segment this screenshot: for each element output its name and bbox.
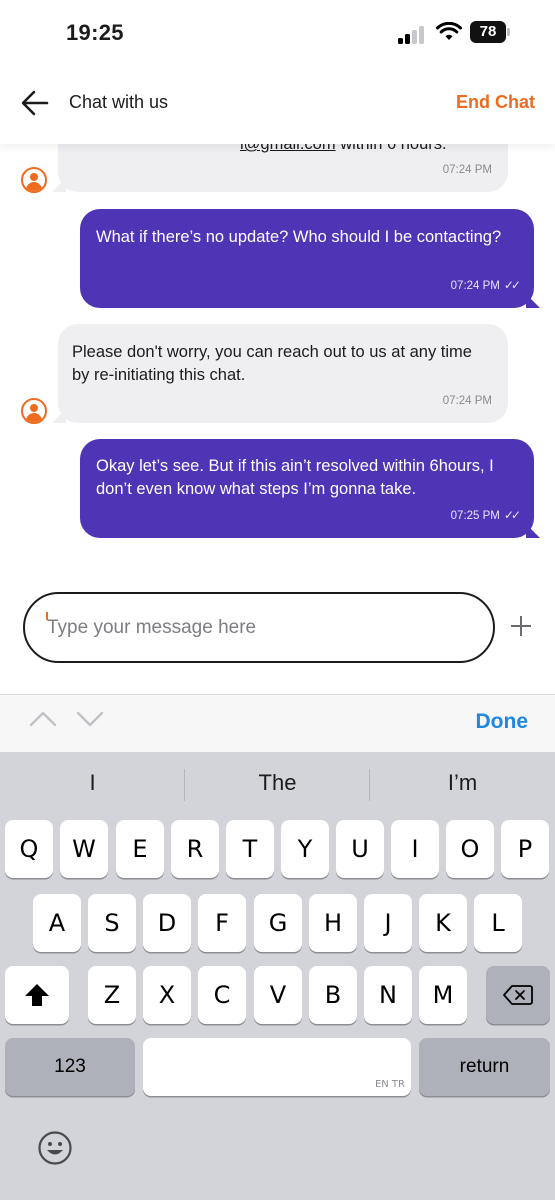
key-f[interactable]: F <box>198 894 246 952</box>
key-s[interactable]: S <box>88 894 136 952</box>
key-e[interactable]: E <box>116 820 164 878</box>
status-time: 19:25 <box>66 20 124 45</box>
suggestion-item[interactable]: The <box>185 770 370 796</box>
key-t[interactable]: T <box>226 820 274 878</box>
shift-icon <box>25 984 49 1006</box>
key-v[interactable]: V <box>254 966 302 1024</box>
cellular-signal-icon <box>398 24 428 44</box>
key-h[interactable]: H <box>309 894 357 952</box>
email-link[interactable]: l@gmail.com <box>240 144 336 153</box>
key-i[interactable]: I <box>391 820 439 878</box>
message-text: What if there’s no update? Who should I … <box>96 228 502 246</box>
agent-message: l@gmail.com within 6 hours. 07:24 PM <box>58 144 508 192</box>
numbers-key[interactable]: 123 <box>5 1038 135 1096</box>
done-button[interactable]: Done <box>476 710 529 734</box>
message-text: Please don't worry, you can reach out to… <box>72 343 472 384</box>
key-p[interactable]: P <box>501 820 549 878</box>
key-a[interactable]: A <box>33 894 81 952</box>
key-o[interactable]: O <box>446 820 494 878</box>
key-j[interactable]: J <box>364 894 412 952</box>
message-time: 07:24 PM <box>442 164 492 176</box>
bubble-tail <box>526 524 540 538</box>
agent-avatar-icon <box>21 167 47 193</box>
message-input[interactable] <box>23 592 495 663</box>
back-arrow-icon[interactable] <box>20 89 50 117</box>
page-title: Chat with us <box>69 92 169 112</box>
message-time: 07:25 PM ✓✓ <box>450 508 521 522</box>
redacted-text <box>70 144 240 152</box>
key-l[interactable]: L <box>474 894 522 952</box>
key-x[interactable]: X <box>143 966 191 1024</box>
chat-messages[interactable]: l@gmail.com within 6 hours. 07:24 PM Wha… <box>0 144 555 594</box>
double-check-icon: ✓✓ <box>503 278 521 292</box>
battery-icon: 78 <box>470 21 506 43</box>
suggestion-bar: I The I’m <box>0 752 555 818</box>
emoji-icon[interactable] <box>37 1130 73 1166</box>
key-z[interactable]: Z <box>88 966 136 1024</box>
wifi-icon <box>436 22 462 40</box>
battery-tip <box>507 28 510 36</box>
return-key[interactable]: return <box>419 1038 550 1096</box>
user-message: What if there’s no update? Who should I … <box>80 209 534 308</box>
key-g[interactable]: G <box>254 894 302 952</box>
key-m[interactable]: M <box>419 966 467 1024</box>
key-k[interactable]: K <box>419 894 467 952</box>
key-w[interactable]: W <box>60 820 108 878</box>
message-text: Okay let’s see. But if this ain’t resolv… <box>96 457 494 498</box>
shift-key[interactable] <box>5 966 69 1024</box>
key-n[interactable]: N <box>364 966 412 1024</box>
message-time: 07:24 PM ✓✓ <box>450 278 521 292</box>
keyboard: I The I’m Q W E R T Y U I O P A S D F G … <box>0 752 555 1200</box>
key-b[interactable]: B <box>309 966 357 1024</box>
chevron-down-icon[interactable] <box>76 709 104 729</box>
composer <box>0 592 555 694</box>
language-label: EN TR <box>374 1079 405 1090</box>
space-key[interactable]: EN TR <box>143 1038 411 1096</box>
message-time: 07:24 PM <box>442 395 492 407</box>
text-caret <box>46 612 48 620</box>
key-y[interactable]: Y <box>281 820 329 878</box>
double-check-icon: ✓✓ <box>503 508 521 522</box>
key-c[interactable]: C <box>198 966 246 1024</box>
key-q[interactable]: Q <box>5 820 53 878</box>
key-d[interactable]: D <box>143 894 191 952</box>
suggestion-item[interactable]: I <box>0 770 185 796</box>
key-r[interactable]: R <box>171 820 219 878</box>
chat-header: Chat with us End Chat <box>0 62 555 144</box>
agent-avatar-icon <box>21 398 47 424</box>
end-chat-button[interactable]: End Chat <box>456 92 535 113</box>
agent-message: Please don't worry, you can reach out to… <box>58 324 508 423</box>
key-u[interactable]: U <box>336 820 384 878</box>
plus-icon[interactable] <box>508 612 536 640</box>
chevron-up-icon[interactable] <box>29 709 57 729</box>
suggestion-item[interactable]: I’m <box>370 770 555 796</box>
message-text: l@gmail.com within 6 hours. <box>70 144 447 156</box>
keyboard-accessory-bar: Done <box>0 694 555 752</box>
delete-key[interactable] <box>486 966 550 1024</box>
user-message: Okay let’s see. But if this ain’t resolv… <box>80 439 534 538</box>
bubble-tail <box>526 294 540 308</box>
delete-icon <box>503 985 533 1005</box>
status-bar: 19:25 78 <box>0 0 555 62</box>
